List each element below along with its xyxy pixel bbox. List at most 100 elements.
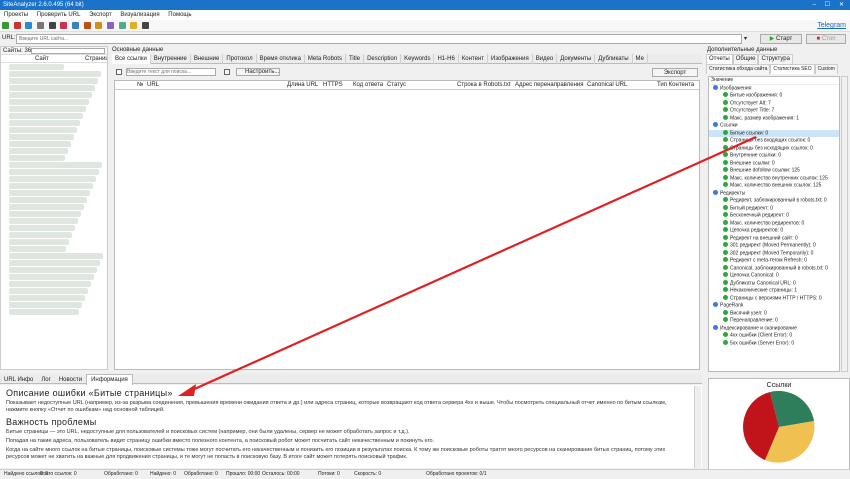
tree-item[interactable]: Редирект на внешний сайт: 0 <box>709 234 839 243</box>
tree-item[interactable]: Отсутствует Alt: 7 <box>709 99 839 108</box>
tree-group[interactable]: PageRank <box>709 302 839 310</box>
export-icon[interactable] <box>72 22 80 29</box>
site-list-item[interactable] <box>9 225 75 231</box>
site-list-item[interactable] <box>9 176 96 182</box>
col-robots-line[interactable]: Строка в Robots.txt <box>457 82 510 88</box>
site-list-item[interactable] <box>9 253 103 259</box>
site-list-item[interactable] <box>9 204 84 210</box>
tab-seo-stats[interactable]: Статистика SEO <box>770 64 815 74</box>
settings-checkbox[interactable] <box>224 69 230 75</box>
help-icon[interactable] <box>142 22 150 29</box>
site-list-item[interactable] <box>9 141 71 147</box>
col-canonical-url[interactable]: Canonical URL <box>587 82 627 88</box>
menu-check-url[interactable]: Проверить URL <box>37 12 81 18</box>
tab-duplicates[interactable]: Дубликаты <box>595 54 633 64</box>
site-list-item[interactable] <box>9 155 65 161</box>
tab-more[interactable]: Ме <box>633 54 648 64</box>
site-list-item[interactable] <box>9 295 85 301</box>
tab-video[interactable]: Видео <box>533 54 558 64</box>
site-list-item[interactable] <box>9 120 80 126</box>
site-list-item[interactable] <box>9 106 86 112</box>
tree-item[interactable]: Страницы без исходящих ссылок: 0 <box>709 144 839 153</box>
tab-external[interactable]: Внешние <box>191 54 224 64</box>
filter-checkbox[interactable] <box>116 69 122 75</box>
tab-documents[interactable]: Документы <box>557 54 596 64</box>
tree-group[interactable]: Индексирование и сканирование <box>709 324 839 333</box>
site-list-item[interactable] <box>9 197 87 203</box>
site-list-item[interactable] <box>9 71 101 77</box>
tree-item[interactable]: 4xx ошибки (Client Error): 0 <box>709 332 839 340</box>
pencil-icon[interactable] <box>130 22 138 29</box>
tab-information[interactable]: Информация <box>86 374 133 385</box>
stop-button[interactable]: ■ Стоп <box>806 34 846 44</box>
menu-help[interactable]: Помощь <box>168 12 191 18</box>
site-list-item[interactable] <box>9 169 99 175</box>
tree-item[interactable]: Макс. количество редиректов: 0 <box>709 219 839 228</box>
site-list-item[interactable] <box>9 148 68 154</box>
site-list-item[interactable] <box>9 267 97 273</box>
site-list-item[interactable] <box>9 260 100 266</box>
tab-description[interactable]: Description <box>364 54 402 64</box>
col-https[interactable]: HTTPS <box>323 82 343 88</box>
settings-icon[interactable] <box>37 22 45 29</box>
scissors-icon[interactable] <box>48 22 56 29</box>
site-list-item[interactable] <box>9 239 69 245</box>
start-button[interactable]: ▶ Старт <box>760 34 802 44</box>
tab-custom[interactable]: Custom <box>814 64 838 74</box>
site-list-item[interactable] <box>9 183 93 189</box>
tab-general[interactable]: Общие <box>732 54 759 64</box>
menu-export[interactable]: Экспорт <box>89 12 112 18</box>
tree-item[interactable]: Редирект, заблокированный в robots.txt: … <box>709 197 839 205</box>
tree-item[interactable]: Перенаправление: 0 <box>709 317 839 325</box>
tab-keywords[interactable]: Keywords <box>401 54 435 64</box>
tree-scrollbar[interactable] <box>841 76 848 372</box>
tab-reports[interactable]: Отчеты <box>706 54 733 64</box>
tree-item[interactable]: Висячий узел: 0 <box>709 309 839 318</box>
tab-meta-robots[interactable]: Meta Robots <box>305 54 346 64</box>
tree-item[interactable]: Некаконические страницы: 1 <box>709 287 839 295</box>
export-button[interactable]: Экспорт <box>652 68 698 77</box>
site-list-item[interactable] <box>9 64 64 70</box>
tree-group[interactable]: Ссылки <box>709 122 839 130</box>
url-dropdown-icon[interactable]: ▾ <box>744 35 747 42</box>
tree-item[interactable]: Страницы без входящих ссылок: 0 <box>709 137 839 145</box>
tab-all-links[interactable]: Все ссылки <box>112 54 151 64</box>
site-list-item[interactable] <box>9 99 89 105</box>
site-list-item[interactable] <box>9 274 94 280</box>
filter-input[interactable] <box>126 68 216 76</box>
menu-visualization[interactable]: Визуализация <box>120 12 159 18</box>
add-project-icon[interactable] <box>2 22 9 29</box>
tree-item[interactable]: Бесконечный редирект: 0 <box>709 212 839 220</box>
col-redirect-address[interactable]: Адрес перенаправления <box>515 82 583 88</box>
site-list-item[interactable] <box>9 246 66 252</box>
filter-icon[interactable] <box>60 22 68 29</box>
configure-button[interactable]: Настроить... <box>236 68 280 76</box>
telegram-link[interactable]: Telegram <box>817 22 846 29</box>
tab-structure[interactable]: Структура <box>758 54 793 64</box>
folder-icon[interactable] <box>95 22 103 29</box>
site-list-item[interactable] <box>9 127 77 133</box>
site-list-item[interactable] <box>9 162 102 168</box>
site-list-item[interactable] <box>9 92 92 98</box>
site-list-item[interactable] <box>9 190 90 196</box>
delete-icon[interactable] <box>13 22 21 29</box>
close-icon[interactable]: ✕ <box>839 0 844 10</box>
site-list-item[interactable] <box>9 288 88 294</box>
col-status[interactable]: Статус <box>387 82 406 88</box>
site-list-item[interactable] <box>9 113 83 119</box>
tab-response-time[interactable]: Время отклика <box>257 54 305 64</box>
site-list-item[interactable] <box>9 134 74 140</box>
tab-protocol[interactable]: Протокол <box>223 54 257 64</box>
col-number[interactable]: № <box>137 82 143 88</box>
tree-item[interactable]: Цепочка Canonical: 0 <box>709 272 839 280</box>
tab-content[interactable]: Контент <box>459 54 489 64</box>
col-url-length[interactable]: Длина URL <box>287 82 318 88</box>
chart-icon[interactable] <box>107 22 115 29</box>
tree-item[interactable]: Макс. размер изображения: 1 <box>709 114 839 123</box>
site-list-item[interactable] <box>9 78 98 84</box>
tree-item[interactable]: Страницы с версиями HTTP / HTTPS: 0 <box>709 294 839 303</box>
tree-item[interactable]: Внешние ссылки: 0 <box>709 159 839 168</box>
tree-item[interactable]: Внешние dofollow ссылки: 125 <box>709 167 839 175</box>
site-list-item[interactable] <box>9 302 82 308</box>
refresh-icon[interactable] <box>25 22 33 29</box>
